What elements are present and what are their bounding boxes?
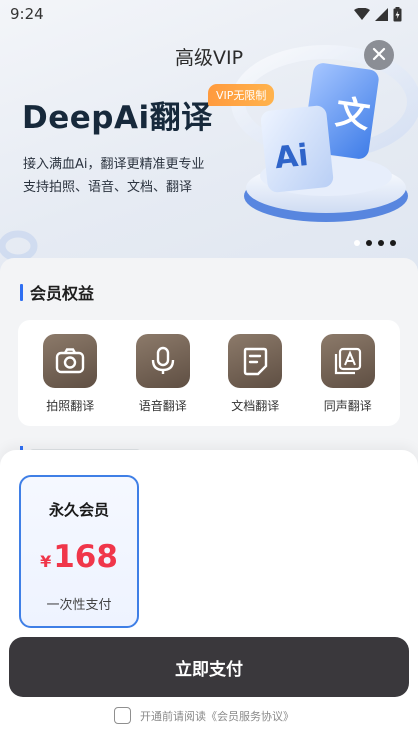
microphone-icon xyxy=(135,334,190,388)
close-button[interactable] xyxy=(364,40,394,70)
purchase-sheet: 永久会员 ¥ 168 一次性支付 立即支付 开通前请阅读《会员服务协议》 xyxy=(0,450,418,743)
benefits-header: 会员权益 xyxy=(20,280,94,304)
plan-note: 一次性支付 xyxy=(46,598,112,613)
plan-card-lifetime[interactable]: 永久会员 ¥ 168 一次性支付 xyxy=(19,475,139,628)
tagline-line-1: 接入满血Ai，翻译更精准更专业 xyxy=(23,157,205,172)
plan-name: 永久会员 xyxy=(48,501,109,519)
agreement-text[interactable]: 开通前请阅读《会员服务协议》 xyxy=(140,708,294,724)
simultaneous-translate-icon xyxy=(320,334,375,388)
benefits-title: 会员权益 xyxy=(30,284,95,303)
carousel-pager xyxy=(354,240,396,246)
camera-icon xyxy=(43,334,98,388)
feature-voice-translate[interactable]: 语音翻译 xyxy=(123,334,203,414)
feature-document-translate[interactable]: 文档翻译 xyxy=(215,334,295,414)
document-icon xyxy=(228,334,283,388)
hero-art-label: Ai xyxy=(273,138,310,176)
tagline-line-2: 支持拍照、语音、文档、翻译 xyxy=(23,180,193,195)
signal-icon xyxy=(375,7,388,21)
plan-price: ¥ 168 xyxy=(21,539,137,575)
vip-badge: VIP无限制 xyxy=(208,84,275,106)
pager-dot[interactable] xyxy=(378,240,384,246)
hero-banner: 9:24 高级VIP 文 Ai DeepAi翻译 VIP无限制 接入满血Ai，翻… xyxy=(0,0,418,290)
feature-label: 文档翻译 xyxy=(231,399,280,413)
status-icons xyxy=(354,6,402,22)
agreement-row[interactable]: 开通前请阅读《会员服务协议》 xyxy=(114,707,294,724)
price-amount: 168 xyxy=(53,539,118,575)
hero-art-glyph: 文 xyxy=(333,92,372,136)
currency-symbol: ¥ xyxy=(40,552,52,571)
pager-dot[interactable] xyxy=(366,240,372,246)
pager-dot[interactable] xyxy=(354,240,360,246)
benefits-section: 会员权益 拍照翻译 语音翻译 文档翻译 同声翻译 xyxy=(0,258,418,478)
feature-photo-translate[interactable]: 拍照翻译 xyxy=(30,334,110,414)
pay-now-button[interactable]: 立即支付 xyxy=(9,637,409,697)
wifi-icon xyxy=(354,7,370,21)
battery-icon xyxy=(393,6,402,22)
pager-dot[interactable] xyxy=(390,240,396,246)
feature-label: 同声翻译 xyxy=(323,399,372,413)
brand-title: DeepAi翻译 xyxy=(22,100,213,136)
feature-label: 语音翻译 xyxy=(138,399,187,413)
feature-simultaneous-translate[interactable]: 同声翻译 xyxy=(308,334,388,414)
status-time: 9:24 xyxy=(10,5,44,23)
status-bar: 9:24 xyxy=(0,0,418,28)
feature-grid: 拍照翻译 语音翻译 文档翻译 同声翻译 xyxy=(18,320,400,426)
agreement-checkbox[interactable] xyxy=(114,707,131,724)
section-accent-bar xyxy=(20,283,23,301)
feature-label: 拍照翻译 xyxy=(46,399,95,413)
close-icon xyxy=(372,46,386,65)
